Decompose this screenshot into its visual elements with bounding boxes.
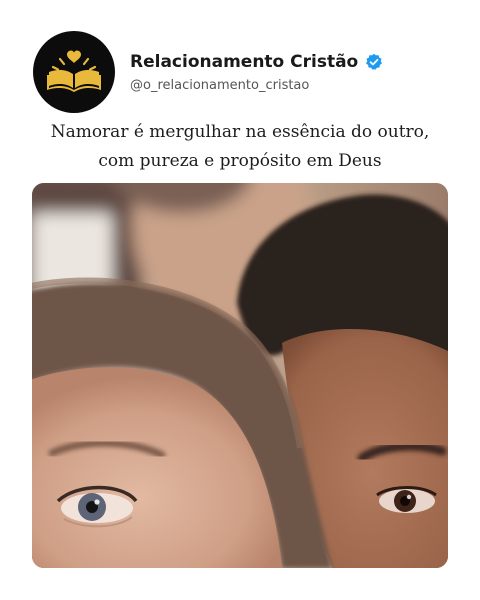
account-name-row: Relacionamento Cristão	[130, 51, 383, 73]
open-book-with-heart-icon	[47, 50, 101, 92]
verified-badge-icon	[365, 53, 383, 71]
post-caption: Namorar é mergulhar na essência do outro…	[0, 118, 480, 176]
account-name[interactable]: Relacionamento Cristão	[130, 51, 358, 73]
post-photo[interactable]	[32, 183, 448, 568]
profile-avatar[interactable]	[33, 31, 115, 113]
caption-line-1: Namorar é mergulhar na essência do outro…	[50, 122, 430, 142]
post-header: Relacionamento Cristão @o_relacionamento…	[33, 31, 383, 113]
account-identity: Relacionamento Cristão @o_relacionamento…	[130, 51, 383, 94]
account-handle[interactable]: @o_relacionamento_cristao	[130, 78, 383, 94]
caption-line-2: com pureza e propósito em Deus	[98, 151, 382, 171]
couple-closeup-illustration	[32, 183, 448, 568]
